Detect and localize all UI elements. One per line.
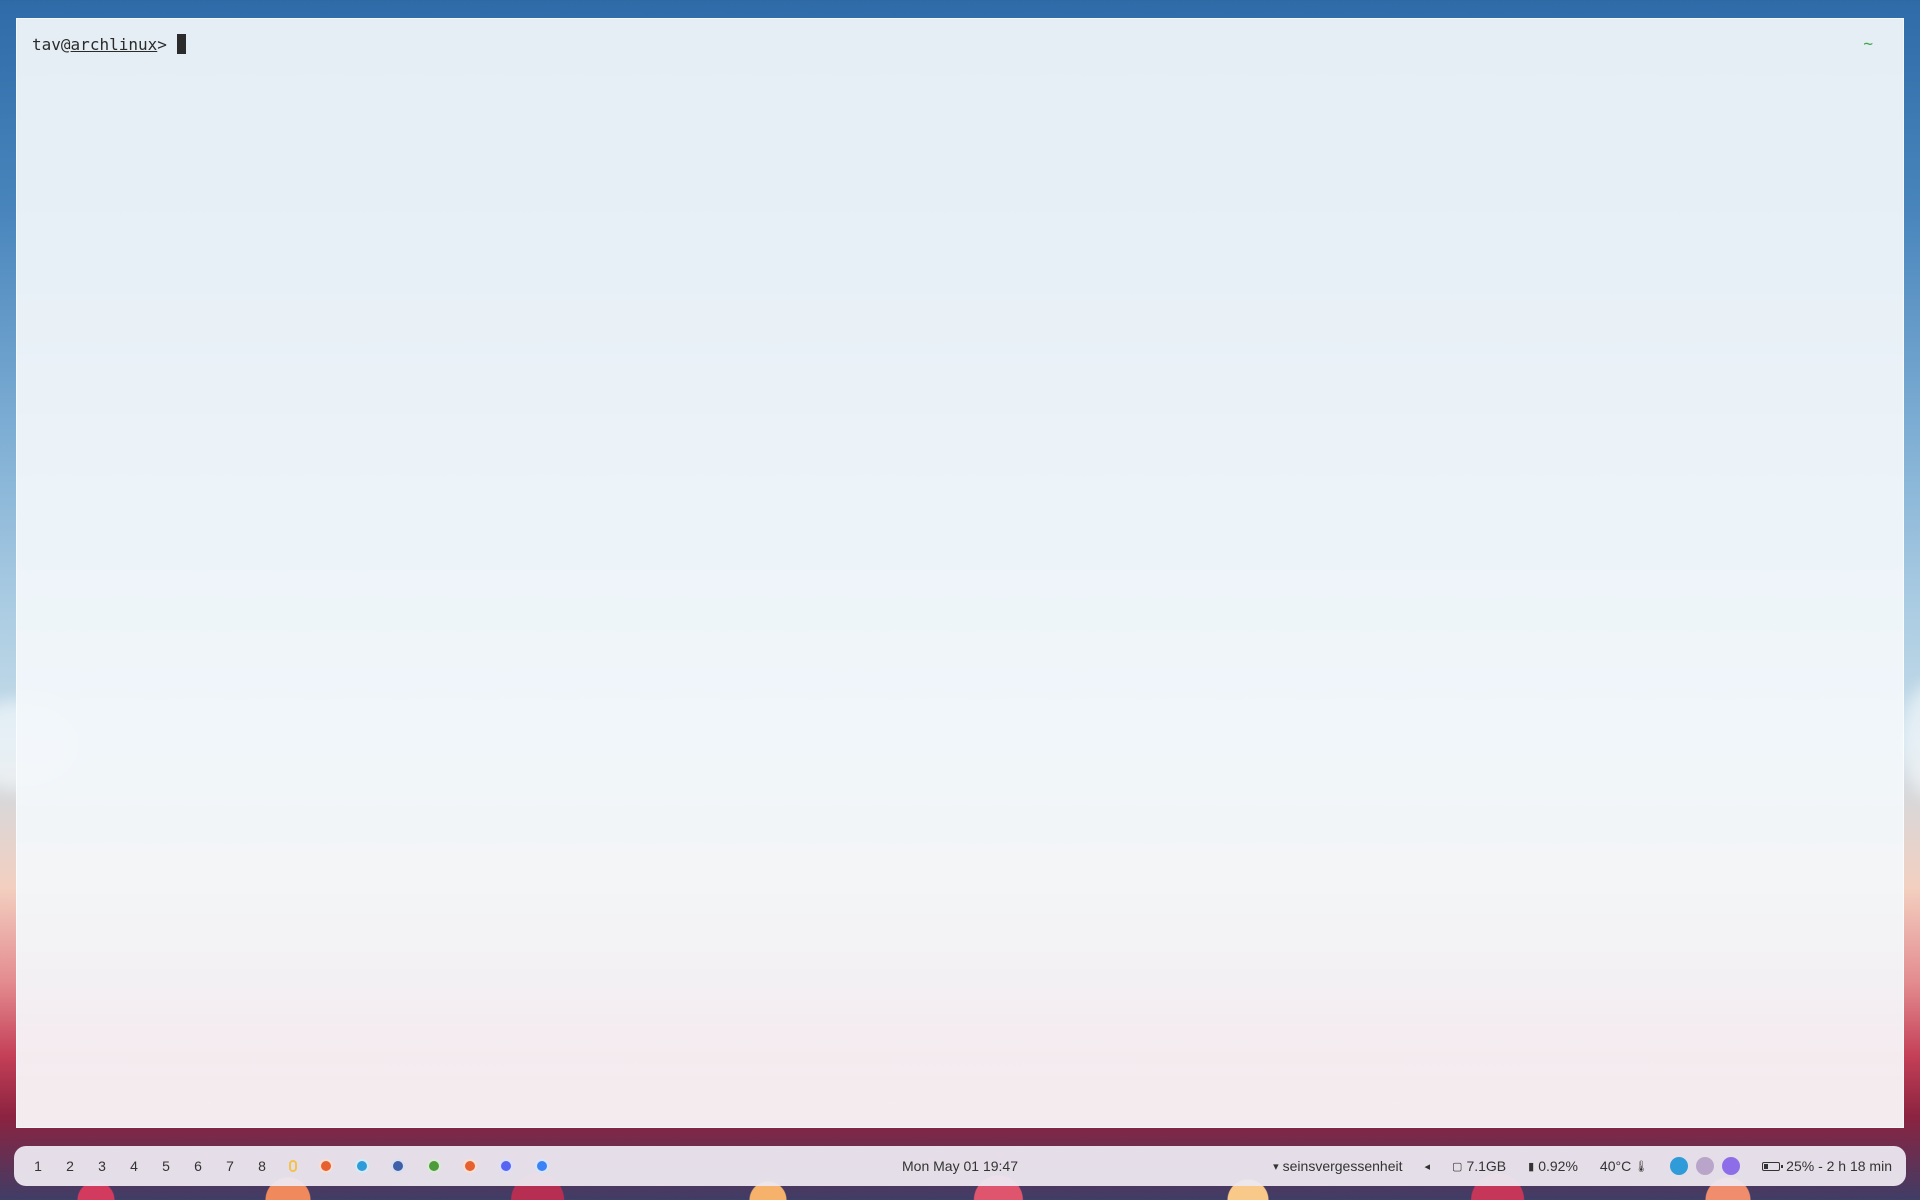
battery-icon xyxy=(1762,1161,1784,1171)
workspace-3[interactable]: 3 xyxy=(86,1158,118,1174)
chromium-icon[interactable] xyxy=(535,1159,549,1173)
wifi-icon: ▾ xyxy=(1273,1160,1279,1173)
workspace-1[interactable]: 1 xyxy=(22,1158,54,1174)
workspace-switcher: 1 2 3 4 5 6 7 8 xyxy=(22,1158,278,1174)
clock[interactable]: Mon May 01 19:47 xyxy=(902,1158,1018,1174)
workspace-4[interactable]: 4 xyxy=(118,1158,150,1174)
memory-module[interactable]: ▢ 7.1GB xyxy=(1452,1158,1506,1174)
temperature-module[interactable]: 40°C 🌡︎ xyxy=(1600,1158,1648,1174)
workspace-6[interactable]: 6 xyxy=(182,1158,214,1174)
taskbar-apps xyxy=(278,1159,560,1173)
firefox-icon-2[interactable] xyxy=(463,1159,477,1173)
github-icon[interactable] xyxy=(391,1159,405,1173)
memory-icon: ▢ xyxy=(1452,1160,1463,1173)
right-modules: ▾ seinsvergessenheit ◂ ▢ 7.1GB ▮ 0.92% 4… xyxy=(1251,1157,1892,1175)
tray-toggle-arrow[interactable]: ◂ xyxy=(1425,1160,1431,1173)
cpu-icon: ▮ xyxy=(1528,1160,1535,1173)
thermometer-icon: 🌡︎ xyxy=(1634,1160,1649,1173)
memory-label: 7.1GB xyxy=(1466,1158,1507,1174)
workspace-5[interactable]: 5 xyxy=(150,1158,182,1174)
firefox-icon[interactable] xyxy=(319,1159,333,1173)
prompt-symbol: > xyxy=(157,34,167,54)
proton-tray-icon[interactable] xyxy=(1722,1157,1741,1175)
temperature-label: 40°C xyxy=(1599,1158,1632,1174)
text-cursor xyxy=(176,34,186,54)
current-directory: ~ xyxy=(1863,34,1873,53)
shell-prompt: tav @ archlinux > xyxy=(32,34,186,54)
discord-tray-icon[interactable] xyxy=(1696,1157,1715,1175)
network-module[interactable]: ▾ seinsvergessenheit xyxy=(1273,1158,1402,1174)
workspace-7[interactable]: 7 xyxy=(214,1158,246,1174)
workspace-2[interactable]: 2 xyxy=(54,1158,86,1174)
telegram-tray-icon[interactable] xyxy=(1670,1157,1689,1175)
cpu-module[interactable]: ▮ 0.92% xyxy=(1528,1158,1578,1174)
network-label: seinsvergessenheit xyxy=(1282,1158,1403,1174)
prompt-host: archlinux xyxy=(70,34,158,54)
status-bar: 1 2 3 4 5 6 7 8 Mon May 01 19:47 ▾ seins… xyxy=(14,1146,1906,1186)
cpu-label: 0.92% xyxy=(1538,1158,1578,1174)
battery-label: 25% - 2 h 18 min xyxy=(1786,1158,1892,1174)
prompt-user: tav xyxy=(32,34,61,54)
spotify-icon[interactable] xyxy=(427,1159,441,1173)
app-idle-icon[interactable] xyxy=(289,1160,297,1172)
battery-module[interactable]: 25% - 2 h 18 min xyxy=(1762,1158,1892,1174)
telegram-icon[interactable] xyxy=(355,1159,369,1173)
prompt-at: @ xyxy=(60,34,71,54)
workspace-8[interactable]: 8 xyxy=(246,1158,278,1174)
discord-icon[interactable] xyxy=(499,1159,513,1173)
system-tray xyxy=(1670,1157,1741,1175)
terminal-window[interactable]: tav @ archlinux > ~ xyxy=(16,18,1904,1128)
